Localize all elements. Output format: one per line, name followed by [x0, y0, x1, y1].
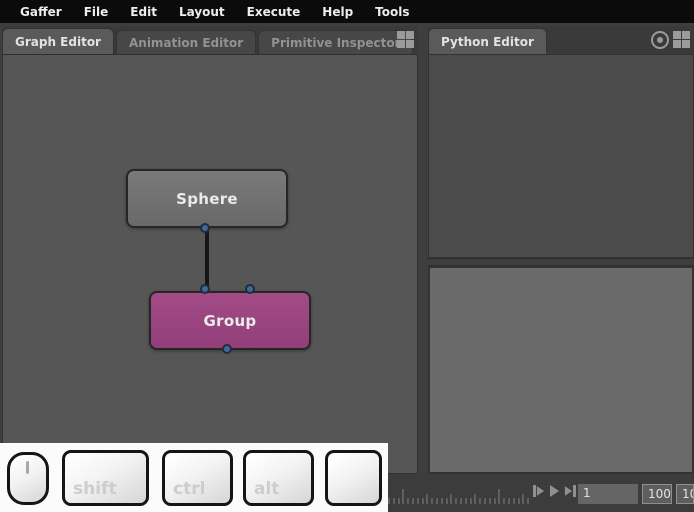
playback-end-field[interactable]: 100: [676, 484, 694, 504]
ruler-tick: [460, 498, 462, 504]
python-editor-panel: Python Editor: [428, 26, 694, 474]
ruler-tick: [402, 489, 404, 504]
ruler-tick: [503, 498, 505, 504]
gaffer-window: GafferFileEditLayoutExecuteHelpTools Gra…: [0, 0, 694, 512]
mouse-icon: [7, 452, 49, 505]
key-alt: alt: [243, 450, 314, 506]
ruler-tick: [436, 498, 438, 504]
ruler-tick: [498, 489, 500, 504]
ruler-tick: [527, 498, 529, 504]
ruler-tick: [450, 494, 452, 504]
ruler-tick: [508, 498, 510, 504]
key-label: ctrl: [173, 479, 205, 499]
ruler-tick: [522, 494, 524, 504]
left-tab-bar: Graph EditorAnimation EditorPrimitive In…: [2, 26, 418, 54]
key-label: alt: [254, 479, 279, 499]
port-sphere-out[interactable]: [200, 223, 210, 233]
graph-editor-canvas[interactable]: Sphere Group: [2, 54, 418, 474]
ruler-tick: [441, 498, 443, 504]
skip-to-end-button[interactable]: [564, 485, 576, 497]
ruler-tick: [417, 498, 419, 504]
skip-to-start-button[interactable]: [533, 485, 545, 497]
menu-item-execute[interactable]: Execute: [236, 5, 312, 19]
tab-graph-editor[interactable]: Graph Editor: [2, 28, 114, 54]
key-press-overlay: shift ctrl alt: [0, 443, 388, 512]
port-group-in-right[interactable]: [245, 284, 255, 294]
ruler-tick: [465, 498, 467, 504]
menu-item-help[interactable]: Help: [311, 5, 364, 19]
node-connection[interactable]: [205, 230, 209, 291]
ruler-tick: [398, 498, 400, 504]
node-label: Sphere: [176, 190, 238, 208]
ruler-tick: [518, 498, 520, 504]
menu-item-gaffer[interactable]: Gaffer: [9, 5, 73, 19]
menu-item-edit[interactable]: Edit: [119, 5, 168, 19]
ruler-tick: [431, 498, 433, 504]
menu-item-tools[interactable]: Tools: [364, 5, 420, 19]
port-group-in[interactable]: [200, 284, 210, 294]
transport-controls: [533, 485, 576, 497]
play-button[interactable]: [550, 485, 559, 497]
ruler-tick: [407, 498, 409, 504]
port-group-out[interactable]: [222, 344, 232, 354]
ruler-tick: [388, 498, 390, 504]
ruler-tick: [484, 498, 486, 504]
range-end-field[interactable]: 100: [642, 484, 672, 504]
right-tab-bar: Python Editor: [428, 26, 694, 54]
node-sphere[interactable]: Sphere: [126, 169, 288, 228]
ruler-tick: [494, 498, 496, 504]
graph-editor-panel: Graph EditorAnimation EditorPrimitive In…: [2, 26, 418, 474]
layout-grid-icon[interactable]: [673, 31, 691, 49]
ruler-tick: [474, 494, 476, 504]
python-output-pane[interactable]: [428, 54, 694, 258]
node-group[interactable]: Group: [149, 291, 311, 350]
focus-target-icon[interactable]: [651, 31, 669, 49]
ruler-tick: [489, 498, 491, 504]
timeline-ruler[interactable]: [388, 482, 533, 504]
tab-animation-editor[interactable]: Animation Editor: [116, 30, 256, 54]
ruler-tick: [513, 498, 515, 504]
node-label: Group: [204, 312, 257, 330]
key-blank: [325, 450, 382, 506]
ruler-tick: [393, 498, 395, 504]
tab-python-editor[interactable]: Python Editor: [428, 28, 547, 54]
menu-item-layout[interactable]: Layout: [168, 5, 236, 19]
key-ctrl: ctrl: [162, 450, 233, 506]
ruler-tick: [412, 498, 414, 504]
menu-bar: GafferFileEditLayoutExecuteHelpTools: [0, 0, 694, 23]
tab-primitive-inspector[interactable]: Primitive Inspector: [258, 30, 413, 54]
ruler-tick: [455, 498, 457, 504]
key-shift: shift: [62, 450, 149, 506]
menu-item-file[interactable]: File: [73, 5, 120, 19]
python-input-pane[interactable]: [428, 266, 694, 474]
ruler-tick: [426, 494, 428, 504]
ruler-tick: [422, 498, 424, 504]
key-label: shift: [73, 479, 117, 499]
current-frame-field[interactable]: 1: [578, 484, 638, 504]
ruler-tick: [479, 498, 481, 504]
ruler-tick: [446, 498, 448, 504]
pane-splitter[interactable]: [428, 258, 694, 266]
layout-grid-icon[interactable]: [397, 31, 415, 49]
ruler-tick: [470, 498, 472, 504]
